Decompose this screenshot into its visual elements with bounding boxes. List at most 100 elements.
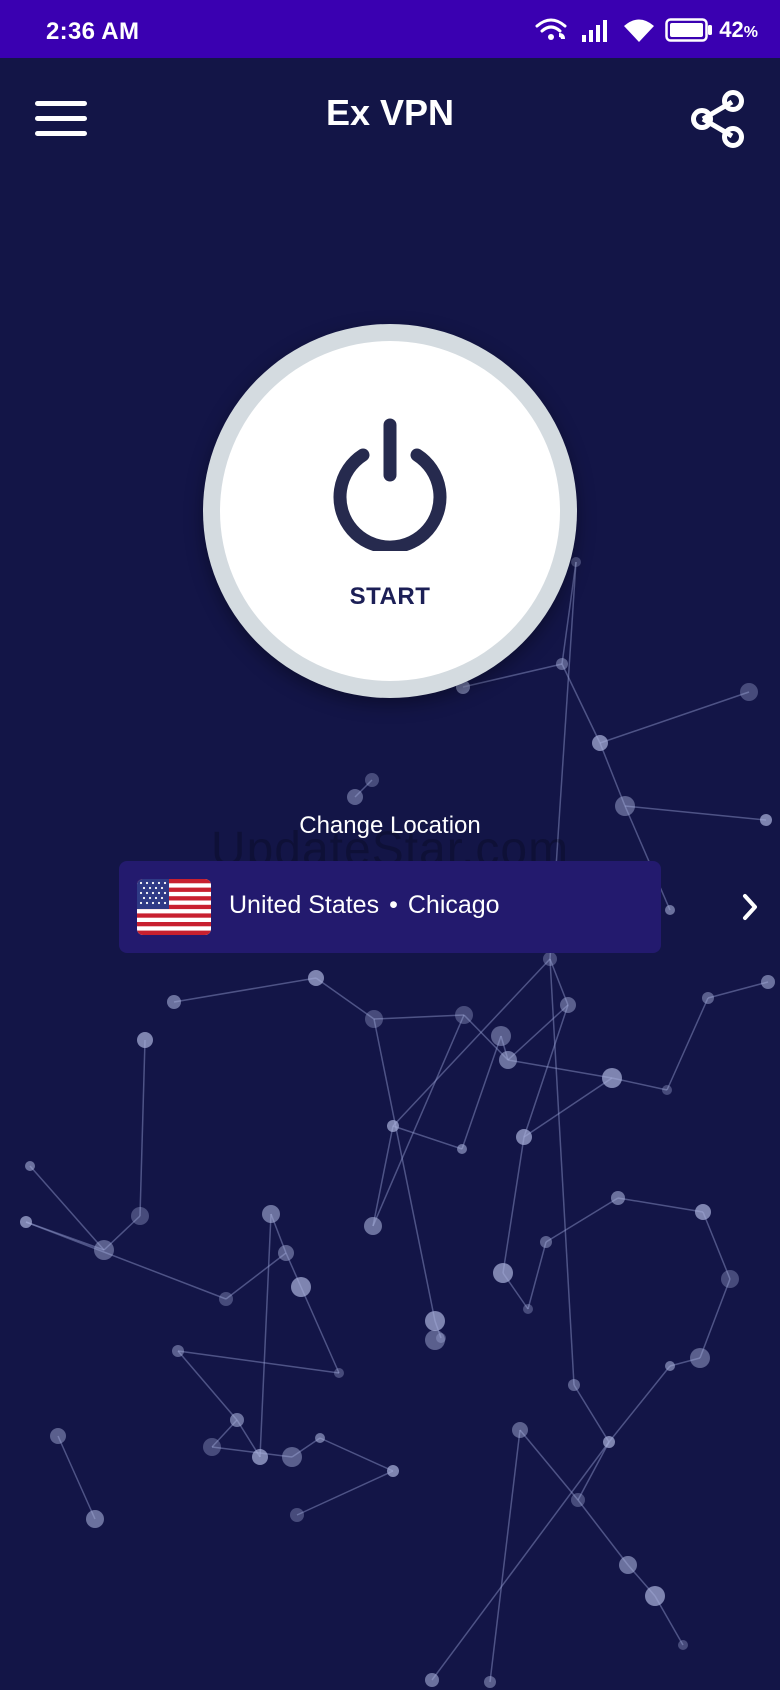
network-node xyxy=(94,1240,114,1260)
network-node xyxy=(387,1120,399,1132)
network-node xyxy=(50,1428,66,1444)
signal-icon xyxy=(582,20,608,42)
network-line xyxy=(392,1125,463,1150)
battery-icon xyxy=(665,18,713,42)
network-line xyxy=(577,1499,629,1566)
network-node xyxy=(282,1447,302,1467)
network-node xyxy=(662,1085,672,1095)
start-connect-button[interactable]: START xyxy=(203,324,577,698)
app-screen: 2:36 AM 42% Ex VPN START Change Location… xyxy=(0,0,780,1690)
wifi-calling-icon xyxy=(535,18,567,40)
network-node xyxy=(665,1361,675,1371)
share-icon[interactable] xyxy=(688,88,748,150)
network-line xyxy=(319,1437,394,1472)
network-node xyxy=(571,1493,585,1507)
network-line xyxy=(617,1197,704,1213)
network-line xyxy=(431,1441,610,1681)
network-node xyxy=(203,1438,221,1456)
network-node xyxy=(20,1216,32,1228)
network-node xyxy=(523,1304,533,1314)
network-node xyxy=(556,658,568,670)
network-node xyxy=(602,1068,622,1088)
network-node xyxy=(252,1449,268,1465)
network-line xyxy=(57,1435,96,1520)
network-node xyxy=(364,1217,382,1235)
network-line xyxy=(259,1213,272,1458)
network-node xyxy=(308,970,324,986)
network-node xyxy=(695,1204,711,1220)
network-node xyxy=(172,1345,184,1357)
network-line xyxy=(173,977,317,1003)
network-node xyxy=(761,975,775,989)
network-line xyxy=(666,997,709,1091)
network-node xyxy=(387,1465,399,1477)
network-node xyxy=(131,1207,149,1225)
network-line xyxy=(577,1441,610,1501)
network-node xyxy=(516,1129,532,1145)
network-node xyxy=(512,1422,528,1438)
network-node xyxy=(571,557,581,567)
network-node xyxy=(425,1330,445,1350)
status-time: 2:36 AM xyxy=(46,18,140,45)
network-node xyxy=(315,1433,325,1443)
network-node xyxy=(425,1311,445,1331)
network-node xyxy=(290,1508,304,1522)
network-node xyxy=(568,1379,580,1391)
network-node xyxy=(347,789,363,805)
network-node xyxy=(721,1270,739,1288)
network-node xyxy=(278,1245,294,1261)
network-line xyxy=(599,691,750,744)
network-node xyxy=(25,1161,35,1171)
network-node xyxy=(457,1144,467,1154)
status-icons: 42% xyxy=(525,17,758,43)
battery-percent: 42% xyxy=(719,17,758,42)
network-line xyxy=(702,1211,731,1280)
network-node xyxy=(690,1348,710,1368)
network-line xyxy=(461,1035,502,1150)
network-node xyxy=(484,1676,496,1688)
network-line xyxy=(523,1077,613,1138)
network-line xyxy=(502,1136,525,1274)
network-node xyxy=(619,1556,637,1574)
app-bar: Ex VPN xyxy=(0,58,780,174)
network-node xyxy=(740,683,758,701)
network-line xyxy=(707,981,769,999)
network-node xyxy=(219,1292,233,1306)
network-node xyxy=(86,1510,104,1528)
chevron-right-icon xyxy=(743,894,757,920)
network-line xyxy=(599,742,626,807)
network-node xyxy=(702,992,714,1004)
network-node xyxy=(491,1026,511,1046)
network-node xyxy=(262,1205,280,1223)
network-line xyxy=(699,1278,731,1359)
network-node xyxy=(592,735,608,751)
network-node xyxy=(167,995,181,1009)
status-bar: 2:36 AM 42% xyxy=(0,0,780,58)
location-text: United States • Chicago xyxy=(229,891,500,920)
network-node xyxy=(137,1032,153,1048)
network-line xyxy=(489,1429,521,1683)
app-title: Ex VPN xyxy=(325,92,455,133)
network-node xyxy=(365,1010,383,1028)
network-line xyxy=(372,1014,465,1227)
network-line xyxy=(519,1429,579,1501)
network-node xyxy=(291,1277,311,1297)
battery-unit: % xyxy=(743,24,758,41)
network-node xyxy=(425,1673,439,1687)
location-selector[interactable]: United States • Chicago xyxy=(119,861,757,953)
network-line xyxy=(545,1197,619,1243)
network-line xyxy=(225,1252,287,1300)
network-node xyxy=(499,1051,517,1069)
network-line xyxy=(573,1384,610,1443)
network-node xyxy=(560,997,576,1013)
network-node xyxy=(540,1236,552,1248)
network-line xyxy=(177,1350,238,1421)
network-node xyxy=(611,1191,625,1205)
location-city: Chicago xyxy=(407,891,500,919)
network-node xyxy=(543,952,557,966)
network-node xyxy=(645,1586,665,1606)
network-node xyxy=(334,1368,344,1378)
network-node xyxy=(678,1640,688,1650)
network-node xyxy=(665,905,675,915)
network-line xyxy=(507,1059,613,1079)
